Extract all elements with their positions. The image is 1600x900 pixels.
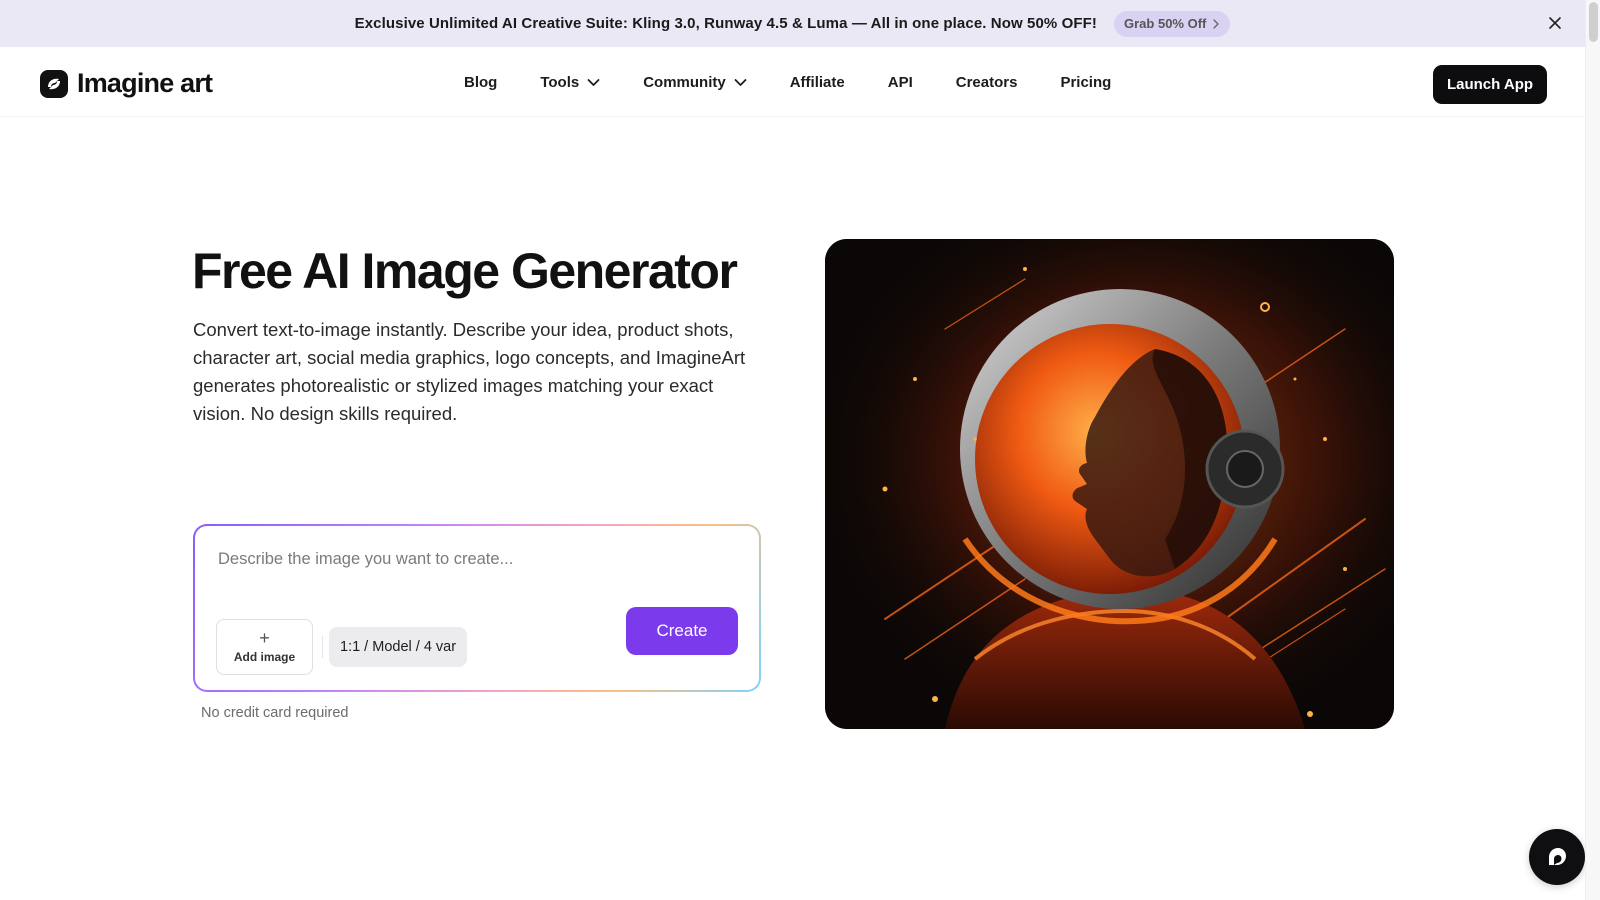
scrollbar-thumb[interactable]	[1589, 2, 1598, 42]
nav-item-blog[interactable]: Blog	[464, 74, 497, 91]
nav-item-tools[interactable]: Tools	[540, 74, 600, 91]
nav-item-api[interactable]: API	[888, 74, 913, 91]
nav-item-label: API	[887, 73, 913, 91]
plus-icon: +	[259, 628, 270, 648]
promo-cta-button[interactable]: Grab 50% Off	[1114, 10, 1231, 37]
hero-description: Convert text-to-image instantly. Describ…	[193, 319, 746, 424]
brand-name: Imagine art	[77, 68, 213, 98]
chevron-right-icon	[1213, 18, 1220, 29]
brand-logo[interactable]: Imagine art	[40, 68, 213, 99]
prompt-box-border: + Add image 1:1 / Model / 4 var Create	[193, 524, 761, 692]
add-image-label: Add image	[233, 650, 296, 664]
nav-item-label: Blog	[464, 73, 498, 91]
nav-item-affiliate[interactable]: Affiliate	[790, 74, 845, 91]
promo-text: Exclusive Unlimited AI Creative Suite: K…	[354, 15, 1098, 32]
nav-links: Blog Tools Community Affiliate API Creat…	[464, 47, 1154, 117]
generation-settings-label: 1:1 / Model / 4 var	[340, 639, 457, 655]
page-scrollbar[interactable]	[1585, 0, 1600, 900]
nav-item-creators[interactable]: Creators	[956, 74, 1018, 91]
page-title: Free AI Image Generator	[192, 243, 738, 299]
launch-app-button[interactable]: Launch App	[1433, 65, 1547, 104]
chat-button[interactable]	[1529, 829, 1585, 885]
chat-icon	[1549, 848, 1566, 865]
nav-item-label: Affiliate	[789, 73, 845, 91]
nav-item-pricing[interactable]: Pricing	[1060, 74, 1111, 91]
chevron-down-icon	[587, 78, 600, 86]
astronaut-illustration	[825, 239, 1394, 729]
nav-item-community[interactable]: Community	[643, 74, 747, 91]
prompt-input[interactable]	[218, 544, 718, 574]
logo-mark-icon	[40, 69, 68, 98]
nav-item-label: Pricing	[1060, 73, 1112, 91]
prompt-box: + Add image 1:1 / Model / 4 var Create	[195, 526, 759, 690]
add-image-button[interactable]: + Add image	[216, 619, 313, 675]
promo-banner: Exclusive Unlimited AI Creative Suite: K…	[0, 0, 1585, 47]
promo-cta-label: Grab 50% Off	[1124, 16, 1207, 31]
top-navbar: Imagine art Blog Tools Community Affilia…	[0, 47, 1585, 117]
nav-item-label: Community	[643, 73, 726, 91]
divider	[322, 636, 323, 658]
hero-image	[825, 239, 1394, 729]
create-button[interactable]: Create	[626, 607, 738, 655]
chevron-down-icon	[734, 78, 747, 86]
close-icon[interactable]	[1547, 15, 1563, 31]
no-credit-card-note: No credit card required	[201, 705, 349, 721]
nav-item-label: Tools	[540, 73, 580, 91]
generation-settings-button[interactable]: 1:1 / Model / 4 var	[329, 627, 468, 667]
nav-item-label: Creators	[955, 73, 1018, 91]
